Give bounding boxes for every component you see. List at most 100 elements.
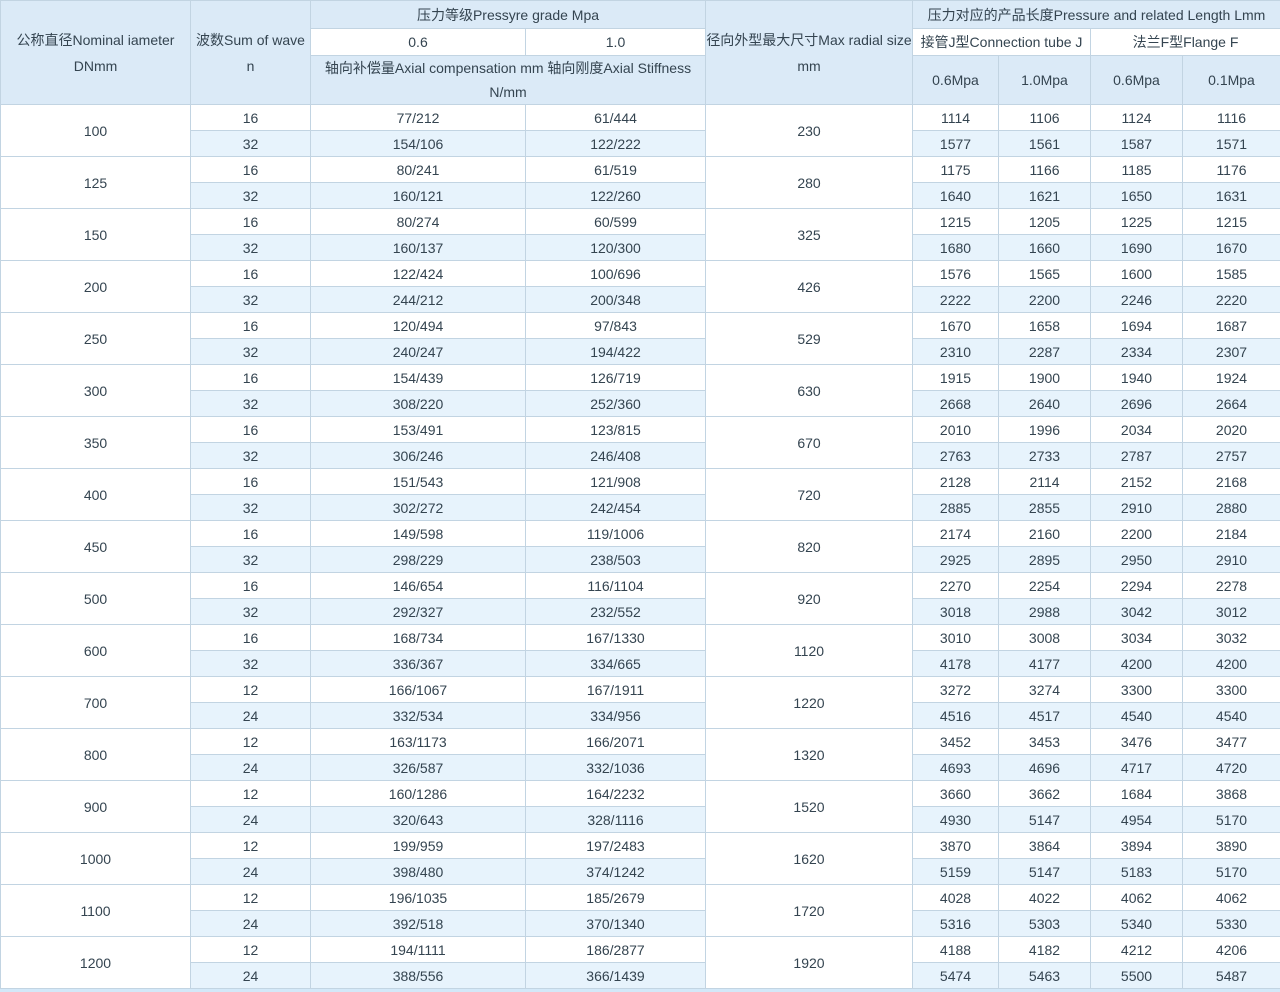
table-row: 1251680/24161/5192801175116611851176 (1, 157, 1280, 183)
table-row: 30016154/439126/7196301915190019401924 (1, 365, 1280, 391)
length-cell: 3890 (1183, 833, 1280, 859)
header-row-1: 公称直径Nominal iameter DNmm 波数Sum of wave n… (1, 1, 1280, 29)
dn-cell: 1200 (1, 937, 191, 989)
header-max-radial-size: 径向外型最大尺寸Max radial size mm (706, 1, 913, 105)
axial-1-0-cell: 61/519 (526, 157, 706, 183)
length-cell: 4696 (999, 755, 1091, 781)
length-cell: 2925 (913, 547, 999, 573)
wave-count-cell: 16 (191, 261, 311, 287)
table-row: 32154/106122/2221577156115871571 (1, 131, 1280, 157)
radial-size-cell: 720 (706, 469, 913, 521)
length-cell: 5170 (1183, 859, 1280, 885)
length-cell: 1166 (999, 157, 1091, 183)
dn-cell: 500 (1, 573, 191, 625)
wave-count-cell: 16 (191, 209, 311, 235)
length-cell: 2757 (1183, 443, 1280, 469)
header-axial-compensation-line1: 轴向补偿量Axial compensation mm 轴向刚度Axial Sti… (311, 56, 705, 80)
radial-size-cell: 630 (706, 365, 913, 417)
length-cell: 3018 (913, 599, 999, 625)
header-wave-count: 波数Sum of wave n (191, 1, 311, 105)
axial-1-0-cell: 238/503 (526, 547, 706, 573)
length-cell: 3034 (1091, 625, 1183, 651)
table-row: 70012166/1067167/19111220327232743300330… (1, 677, 1280, 703)
length-cell: 2664 (1183, 391, 1280, 417)
axial-1-0-cell: 122/260 (526, 183, 706, 209)
wave-count-cell: 32 (191, 235, 311, 261)
axial-1-0-cell: 60/599 (526, 209, 706, 235)
length-cell: 2168 (1183, 469, 1280, 495)
length-cell: 2640 (999, 391, 1091, 417)
length-cell: 1185 (1091, 157, 1183, 183)
length-cell: 3452 (913, 729, 999, 755)
axial-1-0-cell: 186/2877 (526, 937, 706, 963)
wave-count-cell: 24 (191, 755, 311, 781)
table-row: 24320/643328/11164930514749545170 (1, 807, 1280, 833)
length-cell: 1114 (913, 105, 999, 131)
length-cell: 5316 (913, 911, 999, 937)
length-cell: 1996 (999, 417, 1091, 443)
dn-cell: 100 (1, 105, 191, 157)
wave-count-cell: 12 (191, 677, 311, 703)
length-cell: 3008 (999, 625, 1091, 651)
length-cell: 2128 (913, 469, 999, 495)
length-cell: 3032 (1183, 625, 1280, 651)
header-grade-1-0: 1.0 (526, 29, 706, 56)
length-cell: 4028 (913, 885, 999, 911)
length-cell: 4540 (1091, 703, 1183, 729)
length-cell: 1571 (1183, 131, 1280, 157)
length-cell: 1940 (1091, 365, 1183, 391)
length-cell: 2174 (913, 521, 999, 547)
spec-table: 公称直径Nominal iameter DNmm 波数Sum of wave n… (0, 0, 1280, 989)
dn-cell: 450 (1, 521, 191, 573)
length-cell: 5147 (999, 807, 1091, 833)
axial-0-6-cell: 160/121 (311, 183, 526, 209)
axial-1-0-cell: 97/843 (526, 313, 706, 339)
wave-count-cell: 32 (191, 183, 311, 209)
table-row: 25016120/49497/8435291670165816941687 (1, 313, 1280, 339)
length-cell: 3042 (1091, 599, 1183, 625)
axial-0-6-cell: 320/643 (311, 807, 526, 833)
axial-1-0-cell: 370/1340 (526, 911, 706, 937)
length-cell: 1670 (1183, 235, 1280, 261)
axial-0-6-cell: 302/272 (311, 495, 526, 521)
length-cell: 5500 (1091, 963, 1183, 989)
wave-count-cell: 16 (191, 521, 311, 547)
axial-1-0-cell: 185/2679 (526, 885, 706, 911)
length-cell: 2278 (1183, 573, 1280, 599)
wave-count-cell: 12 (191, 833, 311, 859)
table-row: 100012199/959197/24831620387038643894389… (1, 833, 1280, 859)
length-cell: 4517 (999, 703, 1091, 729)
wave-count-cell: 16 (191, 625, 311, 651)
table-row: 24388/556366/14395474546355005487 (1, 963, 1280, 989)
axial-0-6-cell: 298/229 (311, 547, 526, 573)
axial-0-6-cell: 122/424 (311, 261, 526, 287)
axial-0-6-cell: 166/1067 (311, 677, 526, 703)
length-cell: 2287 (999, 339, 1091, 365)
wave-count-cell: 32 (191, 547, 311, 573)
wave-count-cell: 32 (191, 131, 311, 157)
table-row: 32240/247194/4222310228723342307 (1, 339, 1280, 365)
length-cell: 2855 (999, 495, 1091, 521)
wave-count-cell: 12 (191, 937, 311, 963)
length-cell: 2152 (1091, 469, 1183, 495)
axial-0-6-cell: 146/654 (311, 573, 526, 599)
axial-0-6-cell: 292/327 (311, 599, 526, 625)
length-cell: 1561 (999, 131, 1091, 157)
wave-count-cell: 32 (191, 599, 311, 625)
dn-cell: 350 (1, 417, 191, 469)
radial-size-cell: 325 (706, 209, 913, 261)
header-grade-0-6: 0.6 (311, 29, 526, 56)
length-cell: 3272 (913, 677, 999, 703)
radial-size-cell: 1620 (706, 833, 913, 885)
length-cell: 1225 (1091, 209, 1183, 235)
length-cell: 1577 (913, 131, 999, 157)
length-cell: 1680 (913, 235, 999, 261)
length-cell: 4954 (1091, 807, 1183, 833)
length-cell: 2310 (913, 339, 999, 365)
header-axial-compensation-line2: N/mm (311, 80, 705, 104)
length-cell: 1175 (913, 157, 999, 183)
length-cell: 4930 (913, 807, 999, 833)
wave-count-cell: 24 (191, 703, 311, 729)
wave-count-cell: 12 (191, 885, 311, 911)
header-wave-count-line2: n (191, 53, 310, 79)
